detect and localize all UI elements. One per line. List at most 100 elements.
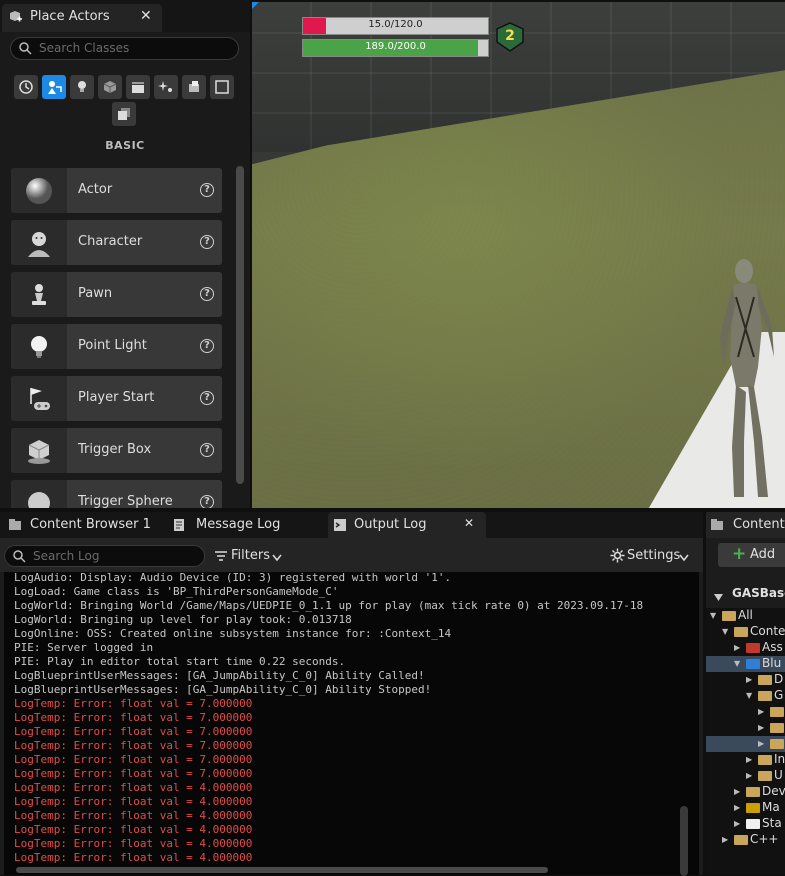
- log-line: LogOnline: OSS: Created online subsystem…: [14, 627, 452, 640]
- folder-tree-label: G: [774, 688, 784, 702]
- log-horizontal-scrollbar[interactable]: [16, 867, 548, 873]
- help-icon[interactable]: ?: [200, 183, 214, 197]
- log-text-area[interactable]: LogAudio: Display: Audio Device (ID: 3) …: [4, 572, 699, 875]
- folder-tree-item[interactable]: ▶ C++: [706, 832, 785, 848]
- tab-content-browser[interactable]: Content Browser 1: [2, 512, 162, 538]
- folder-tree-item[interactable]: ▶ Sta: [706, 816, 785, 832]
- actor-item-point-light[interactable]: Point Light ?: [11, 324, 222, 369]
- actor-list-scrollbar[interactable]: [236, 166, 244, 484]
- folder-tree-label: Ma: [762, 800, 780, 814]
- folder-tree-item[interactable]: ▶ Dev: [706, 784, 785, 800]
- search-placeholder: Search Classes: [39, 41, 130, 55]
- help-icon[interactable]: ?: [200, 391, 214, 405]
- actor-item-label: Point Light: [78, 338, 147, 353]
- visual-effects-category-button[interactable]: [154, 75, 178, 99]
- chevron-right-icon[interactable]: ▶: [722, 835, 728, 844]
- log-line-error: LogTemp: Error: float val = 4.000000: [14, 781, 253, 794]
- actor-item-character[interactable]: Character ?: [11, 220, 222, 265]
- folder-tree-item[interactable]: ▶ In: [706, 752, 785, 768]
- close-icon[interactable]: ✕: [140, 8, 152, 24]
- all-classes-category-button[interactable]: [210, 75, 234, 99]
- more-category-button[interactable]: [112, 102, 136, 126]
- chevron-right-icon[interactable]: ▶: [734, 643, 740, 652]
- game-viewport[interactable]: 15.0/120.0 189.0/200.0 2: [252, 2, 785, 508]
- search-log-input[interactable]: Search Log: [4, 545, 205, 567]
- log-line-error: LogTemp: Error: float val = 7.000000: [14, 711, 253, 724]
- chevron-right-icon[interactable]: ▶: [758, 739, 764, 748]
- folder-tree: ▼ All ▼ Conte ▶ Ass ▼ Blu ▶ D ▼ G ▶ ▶ ▶ ▶ In ▶ U ▶ Dev ▶ Ma ▶ St…: [706, 608, 785, 875]
- chevron-down-icon[interactable]: ▼: [746, 691, 752, 700]
- folder-tree-item[interactable]: ▼ Conte: [706, 624, 785, 640]
- health-bar-text: 15.0/120.0: [368, 19, 423, 30]
- search-classes-input[interactable]: Search Classes: [10, 37, 239, 60]
- basic-shapes-icon: [48, 81, 62, 94]
- folder-tree-item[interactable]: ▶ D: [706, 672, 785, 688]
- chevron-right-icon[interactable]: ▶: [734, 787, 740, 796]
- add-button[interactable]: + Add: [718, 543, 785, 567]
- folder-tree-item[interactable]: ▶ U: [706, 768, 785, 784]
- chevron-down-icon[interactable]: ▼: [710, 611, 716, 620]
- volumes-category-button[interactable]: [182, 75, 206, 99]
- folder-icon: [734, 835, 748, 845]
- folder-tree-item[interactable]: ▶: [706, 704, 785, 720]
- tab-message-log[interactable]: Message Log: [166, 512, 324, 538]
- actor-item-trigger-sphere[interactable]: Trigger Sphere ?: [11, 480, 222, 508]
- chevron-right-icon[interactable]: ▶: [758, 723, 764, 732]
- folder-tree-item[interactable]: ▶: [706, 720, 785, 736]
- filter-icon: [214, 549, 228, 567]
- folder-tree-item[interactable]: ▼ All: [706, 608, 785, 624]
- folder-tree-item[interactable]: ▼ Blu: [706, 656, 785, 672]
- chevron-right-icon[interactable]: ▶: [746, 755, 752, 764]
- chevron-right-icon[interactable]: ▶: [746, 771, 752, 780]
- chevron-down-icon[interactable]: ▼: [734, 659, 740, 668]
- settings-button[interactable]: Settings: [608, 547, 692, 565]
- source-root-header[interactable]: GASBase: [706, 584, 785, 604]
- chevron-right-icon[interactable]: ▶: [746, 675, 752, 684]
- help-icon[interactable]: ?: [200, 339, 214, 353]
- actor-item-pawn[interactable]: Pawn ?: [11, 272, 222, 317]
- folder-icon: [758, 755, 772, 765]
- chevron-right-icon[interactable]: ▶: [758, 707, 764, 716]
- actor-item-player-start[interactable]: Player Start ?: [11, 376, 222, 421]
- folder-tree-item[interactable]: ▶ Ass: [706, 640, 785, 656]
- folder-tree-item[interactable]: ▼ G: [706, 688, 785, 704]
- log-vertical-scrollbar[interactable]: [680, 806, 688, 876]
- log-line-error: LogTemp: Error: float val = 7.000000: [14, 697, 253, 710]
- help-icon[interactable]: ?: [200, 287, 214, 301]
- content-browser-panel: Content B + Add GASBase ▼ All ▼ Conte ▶ Ass ▼ B…: [706, 512, 785, 875]
- tab-output-log[interactable]: Output Log ✕: [328, 512, 486, 538]
- tab-content-browser-label: Content Browser 1: [30, 517, 151, 532]
- actor-item-actor[interactable]: Actor ?: [11, 168, 222, 213]
- folder-icon: [746, 819, 760, 829]
- basic-category-button[interactable]: [42, 75, 66, 99]
- help-icon[interactable]: ?: [200, 235, 214, 249]
- shapes-category-button[interactable]: [98, 75, 122, 99]
- folder-tree-item[interactable]: ▶: [706, 736, 785, 752]
- tab-content-browser-right[interactable]: Content B: [706, 512, 785, 538]
- pawn-icon: [11, 272, 67, 317]
- chevron-right-icon[interactable]: ▶: [734, 803, 740, 812]
- stamina-bar-text: 189.0/200.0: [365, 41, 426, 52]
- actor-item-trigger-box[interactable]: Trigger Box ?: [11, 428, 222, 473]
- place-actors-tab[interactable]: Place Actors ✕: [2, 4, 162, 32]
- tab-message-log-label: Message Log: [196, 517, 281, 532]
- recent-category-button[interactable]: [14, 75, 38, 99]
- place-actors-icon: [8, 10, 22, 24]
- add-button-label: Add: [750, 547, 776, 562]
- log-line: LogBlueprintUserMessages: [GA_JumpAbilit…: [14, 669, 425, 682]
- character-model: [720, 259, 774, 497]
- log-line: LogWorld: Bringing up level for play too…: [14, 613, 352, 626]
- close-icon[interactable]: ✕: [464, 516, 474, 530]
- help-icon[interactable]: ?: [200, 495, 214, 508]
- chevron-right-icon[interactable]: ▶: [734, 819, 740, 828]
- help-icon[interactable]: ?: [200, 443, 214, 457]
- folder-icon: [770, 739, 784, 749]
- lightbulb-icon: [11, 324, 67, 369]
- level-number: 2: [505, 28, 515, 44]
- lights-category-button[interactable]: [70, 75, 94, 99]
- filters-button[interactable]: Filters: [212, 547, 288, 565]
- chevron-down-icon[interactable]: ▼: [722, 627, 728, 636]
- cinematic-category-button[interactable]: [126, 75, 150, 99]
- log-line-error: LogTemp: Error: float val = 4.000000: [14, 809, 253, 822]
- folder-tree-item[interactable]: ▶ Ma: [706, 800, 785, 816]
